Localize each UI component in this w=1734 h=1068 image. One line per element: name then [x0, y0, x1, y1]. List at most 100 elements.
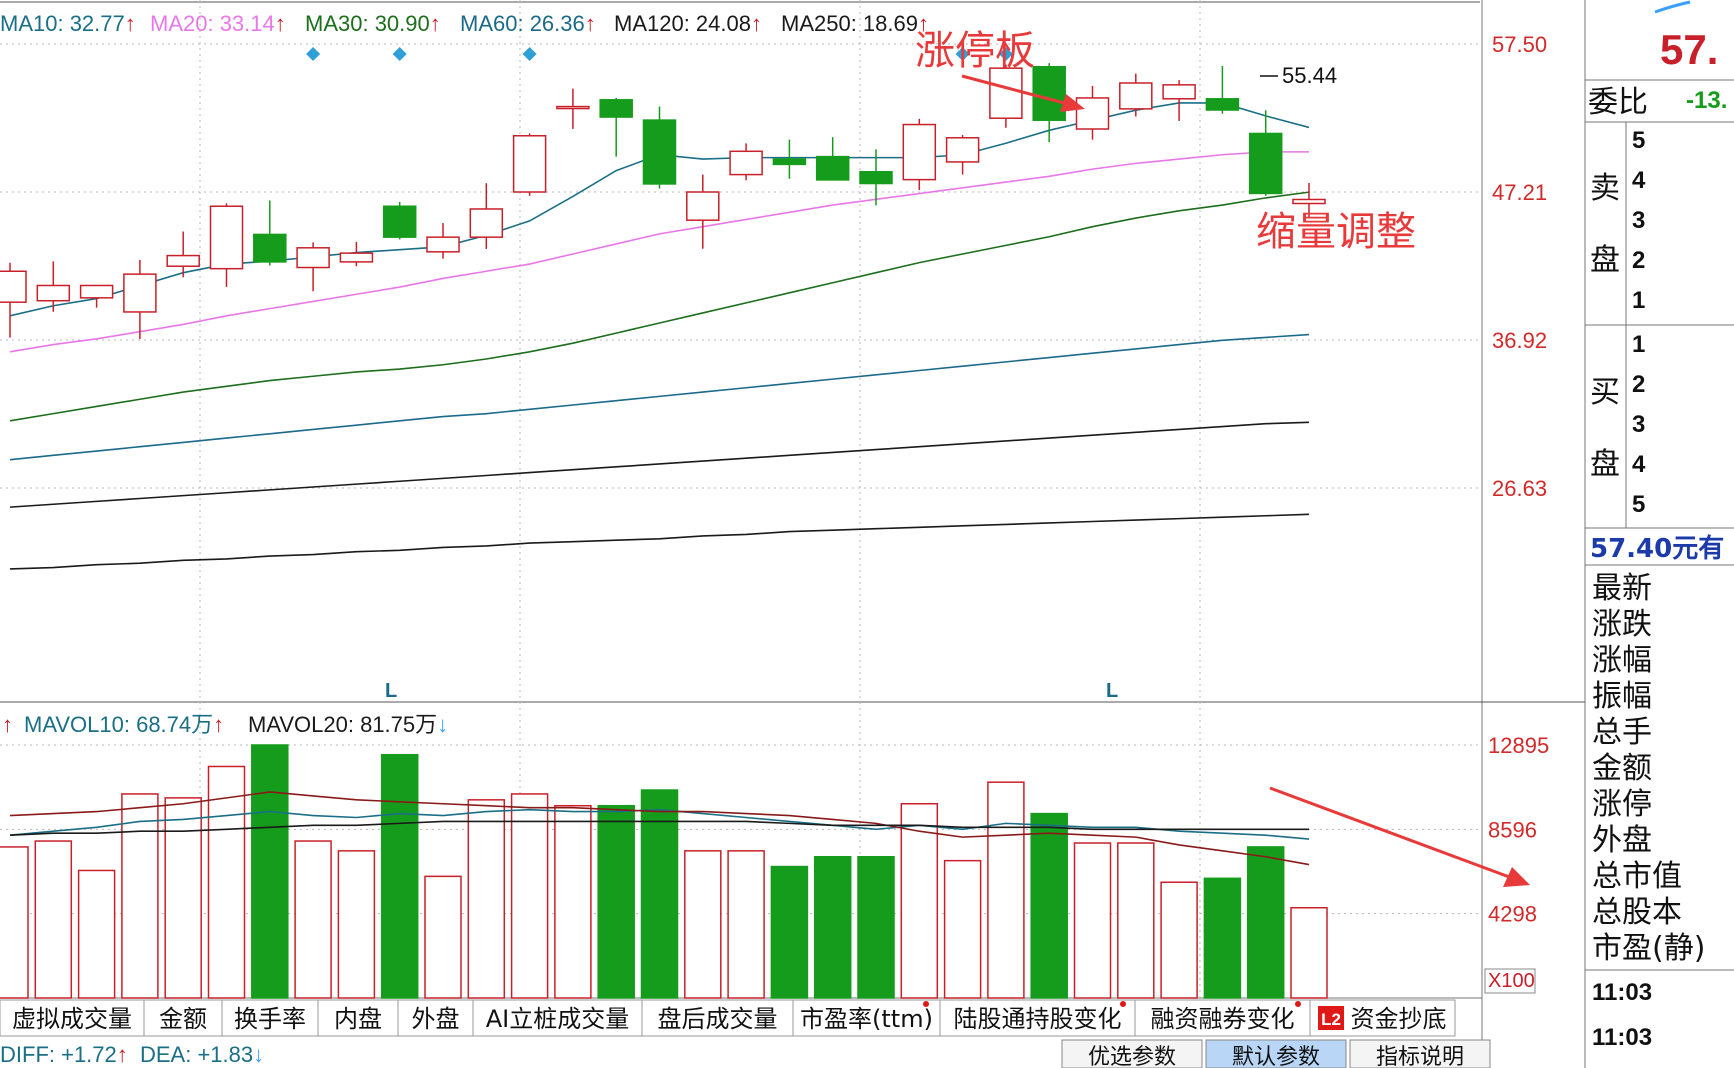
- candle: [253, 200, 287, 266]
- candle-body: [512, 135, 547, 193]
- candle-body: [209, 205, 244, 270]
- volume-bar: [943, 859, 982, 999]
- indicator-tab[interactable]: 陆股通持股变化: [939, 999, 1136, 1037]
- indicator-tab[interactable]: 市盈率(ttm): [792, 999, 941, 1037]
- tab-label: 融资融券变化: [1151, 1005, 1295, 1033]
- candle: [1248, 110, 1283, 196]
- tab-label: 内盘: [334, 1005, 382, 1033]
- sell-label-1: 卖: [1590, 171, 1620, 206]
- dea-label: DEA: +1.83: [140, 1042, 253, 1067]
- quote-field-label: 总手: [1592, 715, 1652, 750]
- quote-field-label: 市盈(静): [1592, 931, 1705, 966]
- volume-bar: [34, 840, 73, 999]
- tab-label: 换手率: [234, 1005, 306, 1033]
- candle-body: [166, 254, 200, 267]
- ma20-label: MA20: 33.14: [150, 11, 275, 36]
- candle-body: [1075, 97, 1110, 130]
- weibi-label: 委比: [1588, 85, 1648, 120]
- mavol10-label: MAVOL10: 68.74万: [24, 712, 213, 737]
- price-top: 57.: [1660, 26, 1718, 73]
- indicator-tab[interactable]: 内盘: [317, 999, 399, 1037]
- volume-bar: [294, 840, 332, 999]
- param-button[interactable]: 默认参数: [1205, 1039, 1347, 1068]
- volume-tick: 4298: [1488, 902, 1537, 927]
- tab-dot-icon: [1295, 1001, 1301, 1007]
- tab-label: 金额: [159, 1005, 207, 1033]
- volume-bar: [510, 793, 549, 999]
- buy-level: 4: [1632, 451, 1646, 478]
- vol-up-icon: ↑: [2, 712, 13, 737]
- candles: [0, 63, 1326, 339]
- candle-body: [123, 273, 157, 313]
- indicator-tab[interactable]: 金额: [143, 999, 223, 1037]
- l-marker-1: L: [385, 680, 397, 702]
- candle-body: [945, 137, 980, 163]
- candle: [642, 106, 677, 189]
- volume-bar: [337, 850, 376, 999]
- volume-bar: [813, 855, 852, 999]
- param-button[interactable]: 指标说明: [1349, 1039, 1491, 1068]
- candle-body: [989, 67, 1023, 119]
- candle: [556, 88, 590, 129]
- candle-body: [382, 205, 417, 238]
- candle: [902, 118, 937, 190]
- candle-body: [815, 155, 850, 181]
- indicator-tab[interactable]: 融资融券变化: [1134, 999, 1311, 1037]
- volume-bar: [1160, 881, 1198, 999]
- tab-label: 盘后成交量: [658, 1005, 778, 1033]
- ma30-up-icon: ↑: [430, 11, 441, 36]
- diamond-marker-icon: [392, 47, 407, 61]
- ma250-label: MA250: 18.69: [781, 11, 918, 36]
- mavol20-down-icon: ↓: [437, 712, 448, 737]
- diamond-marker-icon: [306, 47, 321, 61]
- tab-label: 虚拟成交量: [12, 1005, 132, 1033]
- l2-badge-label: L2: [1321, 1010, 1341, 1029]
- logo-swoosh-icon: [1654, 0, 1691, 14]
- volume-bar: [77, 869, 116, 999]
- ma-line-ma120: [9, 421, 1310, 508]
- indicator-tab[interactable]: 换手率: [221, 999, 319, 1037]
- order-levels: 5 4 3 2 1 1 2 3 4 5: [1632, 127, 1646, 518]
- l-marker-2: L: [1106, 680, 1118, 702]
- shrink-annotation: 缩量调整: [1256, 209, 1416, 255]
- ma10-up-icon: ↑: [125, 11, 136, 36]
- candle-body: [253, 233, 287, 263]
- candle: [0, 262, 27, 338]
- ma-legend: MA10: 32.77↑ MA20: 33.14↑ MA30: 30.90↑ M…: [0, 11, 929, 36]
- indicator-tab[interactable]: 外盘: [397, 999, 474, 1037]
- volume-bar: [121, 793, 159, 999]
- candle: [469, 183, 504, 249]
- quote-panel: 57. 委比 -13. 卖 盘 买 盘 5 4 3 2 1 1 2 3 4 5 57.40元有 最…: [1585, 0, 1734, 1051]
- indicator-tab[interactable]: 虚拟成交量: [0, 999, 145, 1037]
- param-button[interactable]: 优选参数: [1061, 1039, 1203, 1068]
- volume-bar: [684, 850, 722, 999]
- candle-body: [1292, 198, 1326, 205]
- candle-body: [859, 170, 893, 185]
- volume-bar: [1030, 812, 1068, 999]
- candle-body: [1162, 84, 1196, 100]
- indicator-tab[interactable]: 盘后成交量: [641, 999, 794, 1037]
- volume-bar: [1246, 846, 1285, 999]
- tab-label: 陆股通持股变化: [954, 1005, 1122, 1033]
- candle: [945, 135, 980, 175]
- sell-level: 2: [1632, 247, 1645, 274]
- price-line: 57.40元有: [1590, 534, 1724, 564]
- mavol10-up-icon: ↑: [213, 712, 224, 737]
- volume-unit: X100: [1488, 970, 1535, 992]
- price-tick: 47.21: [1492, 180, 1547, 205]
- candle-body: [686, 191, 720, 221]
- ma120-label: MA120: 24.08: [614, 11, 751, 36]
- candle-body: [599, 99, 633, 118]
- indicator-tab[interactable]: AI立桩成交量: [472, 999, 643, 1037]
- candle: [339, 241, 374, 267]
- param-button-label: 默认参数: [1232, 1045, 1320, 1068]
- tab-label: AI立桩成交量: [486, 1005, 630, 1033]
- diamond-marker-icon: [522, 47, 537, 61]
- candle: [209, 203, 244, 287]
- candle-body: [1032, 65, 1066, 121]
- volume-bars: [0, 744, 1328, 999]
- volume-tick: 12895: [1488, 733, 1549, 758]
- candle-body: [902, 123, 937, 181]
- volume-legend: ↑ MAVOL10: 68.74万↑ MAVOL20: 81.75万↓: [2, 712, 448, 737]
- candle-body: [1119, 82, 1153, 110]
